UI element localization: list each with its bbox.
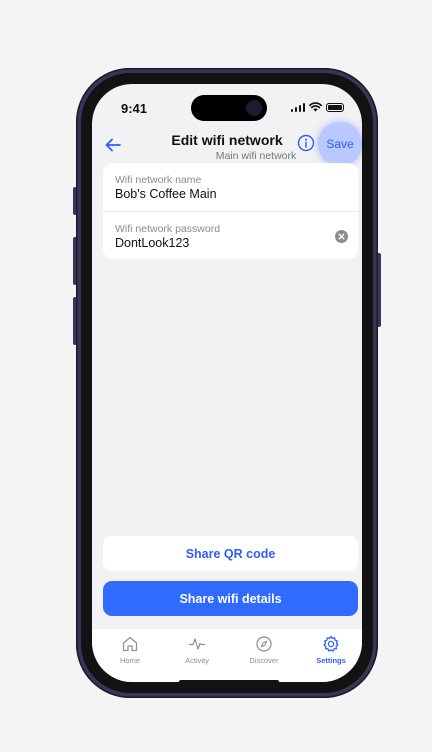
status-icons xyxy=(290,102,344,112)
cellular-signal-icon xyxy=(290,102,305,112)
save-button[interactable]: Save xyxy=(318,122,362,166)
tab-label-activity: Activity xyxy=(185,656,209,665)
tab-home[interactable]: Home xyxy=(100,635,160,665)
tab-settings[interactable]: Settings xyxy=(301,635,361,665)
home-indicator xyxy=(179,680,279,682)
clear-input-icon[interactable] xyxy=(335,230,348,243)
phone-bezel: 9:41 Edit wifi network Main wifi network… xyxy=(81,73,373,693)
compass-icon xyxy=(256,636,272,652)
network-password-field[interactable]: Wifi network password DontLook123 xyxy=(103,211,358,259)
tab-label-home: Home xyxy=(119,656,140,665)
tab-label-discover: Discover xyxy=(249,656,279,665)
phone-frame: 9:41 Edit wifi network Main wifi network… xyxy=(76,68,378,698)
network-name-input[interactable]: Bob's Coffee Main xyxy=(115,187,217,201)
share-wifi-details-button[interactable]: Share wifi details xyxy=(103,581,358,616)
status-time: 9:41 xyxy=(121,101,148,116)
gear-icon xyxy=(323,635,339,652)
tab-activity[interactable]: Activity xyxy=(167,635,227,665)
network-name-field[interactable]: Wifi network name Bob's Coffee Main xyxy=(103,163,358,211)
status-bar: 9:41 xyxy=(92,84,362,130)
network-password-label: Wifi network password xyxy=(115,223,221,235)
share-qr-code-button[interactable]: Share QR code xyxy=(103,536,358,571)
tab-bar: Home Activity Discover Settings xyxy=(92,628,362,682)
phone-screen: 9:41 Edit wifi network Main wifi network… xyxy=(92,84,362,682)
home-icon xyxy=(122,636,138,652)
network-name-label: Wifi network name xyxy=(115,174,202,186)
wifi-form-card: Wifi network name Bob's Coffee Main Wifi… xyxy=(103,163,358,259)
network-password-input[interactable]: DontLook123 xyxy=(115,236,189,250)
tab-label-settings: Settings xyxy=(316,656,346,665)
battery-icon xyxy=(326,102,344,112)
camera-icon xyxy=(246,100,262,116)
info-icon[interactable] xyxy=(297,134,315,152)
activity-icon xyxy=(188,638,206,650)
wifi-icon xyxy=(309,102,322,112)
tab-discover[interactable]: Discover xyxy=(234,635,294,665)
